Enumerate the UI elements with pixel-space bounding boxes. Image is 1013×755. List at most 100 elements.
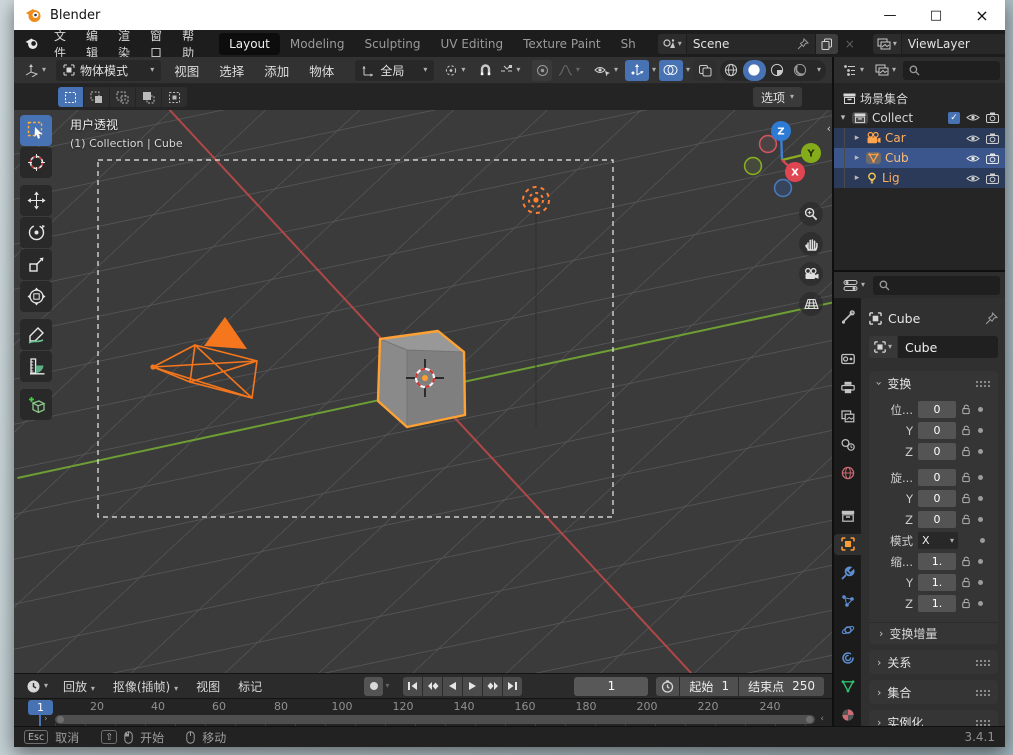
menu-playback[interactable]: 回放 ▾ — [56, 676, 102, 697]
menu-view[interactable]: 视图 — [167, 59, 206, 82]
navigation-gizmo[interactable]: Z Y X — [736, 114, 828, 206]
animate-dot[interactable] — [978, 475, 983, 480]
shading-material-button[interactable] — [766, 60, 789, 81]
transform-tool[interactable] — [20, 281, 52, 312]
viewport-canvas[interactable]: 用户透视 (1) Collection | Cube Z Y X ‹ — [14, 110, 832, 673]
animate-dot[interactable] — [978, 496, 983, 501]
select-invert-button[interactable] — [136, 87, 161, 107]
tab-render[interactable] — [834, 349, 861, 370]
select-new-button[interactable] — [58, 87, 83, 107]
collection-checkbox[interactable]: ✓ — [948, 112, 960, 124]
delta-transform-panel[interactable]: › 变换增量 — [869, 622, 998, 644]
animate-dot[interactable] — [978, 559, 983, 564]
tab-modeling[interactable]: Modeling — [280, 33, 355, 55]
panel-drag-handle[interactable] — [975, 379, 990, 387]
properties-editor-type-button[interactable]: ▾ — [839, 277, 869, 294]
menu-object[interactable]: 物体 — [302, 59, 341, 82]
rotate-tool[interactable] — [20, 217, 52, 248]
shading-dropdown[interactable]: ▾ — [812, 66, 826, 74]
camera-view-button[interactable] — [799, 262, 823, 286]
play-reverse-button[interactable] — [443, 676, 463, 696]
outliner-display-mode-button[interactable]: ▾ — [871, 62, 900, 78]
menu-select[interactable]: 选择 — [212, 59, 251, 82]
animate-dot[interactable] — [978, 601, 983, 606]
auto-key-dropdown[interactable]: ▾ — [385, 682, 389, 690]
tab-constraints[interactable] — [834, 648, 861, 669]
snap-settings-dropdown[interactable]: ▾ — [496, 62, 524, 79]
cursor-tool[interactable] — [20, 147, 52, 178]
collections-panel[interactable]: › 集合 — [869, 680, 998, 704]
tab-output[interactable] — [834, 377, 861, 398]
xray-toggle[interactable] — [692, 59, 717, 81]
object-row-camera[interactable]: ▸ Car — [834, 128, 1005, 148]
viewlayer-browse-button[interactable]: ▾ — [872, 33, 901, 54]
lock-icon[interactable] — [961, 404, 971, 415]
menu-add[interactable]: 添加 — [257, 59, 296, 82]
annotate-tool[interactable] — [20, 319, 52, 350]
prev-keyframe-button[interactable] — [423, 676, 443, 696]
hide-eye-icon[interactable] — [966, 133, 980, 144]
rotation-mode-dropdown[interactable]: X ▾ — [918, 532, 958, 549]
scale-tool[interactable] — [20, 249, 52, 280]
panel-drag-handle[interactable] — [975, 688, 990, 696]
transform-panel-header[interactable]: › 变换 — [869, 371, 998, 395]
maximize-button[interactable]: □ — [913, 0, 959, 30]
panel-drag-handle[interactable] — [975, 658, 990, 666]
location-z-field[interactable]: 0 — [918, 443, 956, 460]
shading-rendered-button[interactable] — [789, 60, 812, 81]
render-visibility-icon[interactable] — [986, 173, 999, 184]
select-box-tool[interactable] — [20, 115, 52, 146]
select-extend-button[interactable] — [84, 87, 109, 107]
auto-key-button[interactable] — [364, 676, 384, 696]
jump-to-start-button[interactable] — [403, 676, 423, 696]
shading-wireframe-button[interactable] — [720, 60, 743, 81]
lock-icon[interactable] — [961, 446, 971, 457]
tab-tool[interactable] — [834, 306, 861, 327]
animate-dot[interactable] — [978, 428, 983, 433]
tab-scene[interactable] — [834, 434, 861, 455]
lock-icon[interactable] — [961, 514, 971, 525]
move-tool[interactable] — [20, 185, 52, 216]
scale-y-field[interactable]: 1. — [918, 574, 956, 591]
render-visibility-icon[interactable] — [986, 133, 999, 144]
scroll-left-icon[interactable]: › — [44, 714, 48, 724]
editor-type-button[interactable]: ▾ — [20, 61, 50, 79]
blender-menu-icon[interactable] — [20, 36, 43, 51]
timeline-editor-type-button[interactable]: ▾ — [22, 677, 52, 696]
animate-dot[interactable] — [978, 449, 983, 454]
close-button[interactable]: × — [959, 0, 1005, 30]
mode-dropdown[interactable]: 物体模式 ▾ — [56, 59, 162, 81]
select-subtract-button[interactable] — [110, 87, 135, 107]
tab-layout[interactable]: Layout — [219, 32, 280, 55]
tab-shading[interactable]: Sh — [611, 33, 646, 55]
measure-tool[interactable] — [20, 351, 52, 382]
add-cube-tool[interactable] — [20, 389, 52, 420]
scene-browse-button[interactable]: ▾ — [657, 33, 686, 54]
tab-uv-editing[interactable]: UV Editing — [431, 33, 514, 55]
pivot-point-dropdown[interactable]: ▾ — [440, 62, 469, 79]
current-frame-field[interactable]: 1 — [574, 676, 649, 696]
tab-object[interactable] — [834, 533, 861, 556]
use-preview-range-button[interactable] — [656, 676, 680, 696]
overlays-toggle[interactable] — [658, 59, 683, 81]
hide-eye-icon[interactable] — [966, 112, 980, 124]
proportional-edit-toggle[interactable] — [532, 59, 552, 81]
tab-physics[interactable] — [834, 619, 861, 640]
rotation-z-field[interactable]: 0 — [918, 511, 956, 528]
play-button[interactable] — [463, 676, 483, 696]
visibility-dropdown[interactable]: ▾ — [590, 62, 622, 79]
gizmos-dropdown[interactable]: ▾ — [652, 66, 656, 74]
tab-texture-paint[interactable]: Texture Paint — [513, 33, 610, 55]
lock-icon[interactable] — [961, 577, 971, 588]
ortho-toggle-button[interactable] — [799, 292, 823, 316]
tab-world[interactable] — [834, 463, 861, 484]
rotation-x-field[interactable]: 0 — [918, 469, 956, 486]
snap-toggle[interactable] — [475, 62, 496, 79]
render-visibility-icon[interactable] — [986, 153, 999, 164]
animate-dot[interactable] — [980, 538, 985, 543]
frame-end-field[interactable]: 结束点 250 — [739, 676, 824, 696]
collection-row[interactable]: ▾ Collect ✓ — [834, 108, 1005, 128]
tab-collection[interactable] — [834, 505, 861, 526]
select-intersect-button[interactable] — [162, 87, 187, 107]
outliner-search-input[interactable] — [903, 60, 1000, 80]
